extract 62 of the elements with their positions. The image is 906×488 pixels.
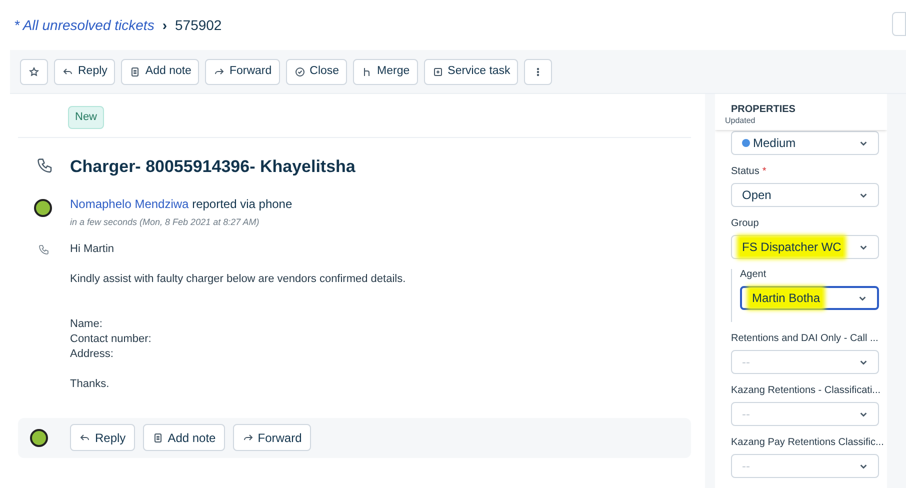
note-icon — [129, 66, 142, 78]
breadcrumb-link[interactable]: * All unresolved tickets — [14, 14, 154, 36]
field-value: FS Dispatcher WC — [742, 239, 842, 256]
task-button[interactable]: Service task — [424, 58, 518, 84]
dropdown-field[interactable]: Medium — [731, 131, 879, 155]
dropdown-field[interactable]: Martin Botha — [740, 286, 879, 310]
panel-toggle-button[interactable] — [892, 12, 906, 36]
field-placeholder: -- — [742, 354, 750, 371]
field-label: Kazang Retentions - Classificati... — [731, 385, 881, 397]
requester-link[interactable]: Nomaphelo Mendziwa — [70, 197, 189, 211]
forward-button[interactable]: Forward — [205, 58, 280, 84]
dropdown-field[interactable]: Open — [731, 183, 879, 207]
field-value: Martin Botha — [752, 290, 820, 307]
ticket-subject: Charger- 80055914396- Khayelitsha — [70, 156, 356, 178]
field-label: Retentions and DAI Only - Call ... — [731, 333, 878, 345]
note-icon — [152, 432, 164, 444]
merge-button[interactable]: Merge — [353, 58, 418, 84]
dropdown-field[interactable]: FS Dispatcher WC — [731, 235, 879, 259]
updated-label: Updated — [725, 115, 756, 127]
required-mark: * — [762, 166, 766, 178]
plus-square-icon — [432, 66, 444, 78]
check-circle-icon — [294, 66, 306, 78]
field-label: Group — [731, 218, 759, 230]
chevron-down-icon — [859, 138, 868, 148]
star-button[interactable] — [20, 58, 48, 84]
chevron-down-icon — [858, 294, 867, 302]
reported-via-text: reported via phone — [192, 197, 292, 211]
chevron-down-icon — [859, 190, 868, 200]
message-line: Contact number: — [70, 332, 152, 346]
field-value: Medium — [753, 135, 796, 152]
chevron-down-icon — [859, 462, 868, 470]
status-badge: New — [68, 106, 104, 128]
reply-button[interactable]: Reply — [54, 58, 116, 84]
field-label: Status — [731, 166, 760, 178]
timestamp: in a few seconds (Mon, 8 Feb 2021 at 8:27 AM) — [70, 216, 260, 229]
reply-button[interactable]: Reply — [70, 424, 135, 451]
ticket-number: 575902 — [175, 16, 222, 34]
message-line: Name: — [70, 316, 104, 332]
star-icon — [28, 66, 40, 78]
chevron-down-icon — [859, 242, 868, 252]
more-button[interactable] — [524, 58, 552, 84]
field-placeholder: -- — [742, 458, 750, 475]
message-line: Thanks. — [70, 376, 110, 392]
field-label: Kazang Pay Retentions Classific... — [731, 437, 884, 449]
breadcrumb-separator: › — [162, 16, 167, 34]
message-line: Kindly assist with faulty charger below are vendors confirmed details. — [70, 272, 406, 286]
avatar-icon — [34, 199, 52, 217]
note-button[interactable]: Add note — [142, 424, 225, 451]
message-line: Address: — [70, 346, 114, 362]
field-value: Open — [742, 187, 772, 204]
panel-title: PROPERTIES — [731, 104, 796, 115]
field-label: Agent — [740, 269, 766, 281]
phone-icon — [38, 244, 50, 256]
phone-icon — [36, 157, 54, 176]
close-button[interactable]: Close — [286, 58, 348, 84]
field-placeholder: -- — [742, 406, 750, 423]
chevron-down-icon — [859, 410, 868, 418]
avatar-icon — [30, 428, 48, 446]
forward-button[interactable]: Forward — [232, 424, 311, 451]
message-line: Hi Martin — [70, 242, 116, 256]
note-button[interactable]: Add note — [121, 58, 200, 84]
chevron-down-icon — [859, 358, 868, 366]
